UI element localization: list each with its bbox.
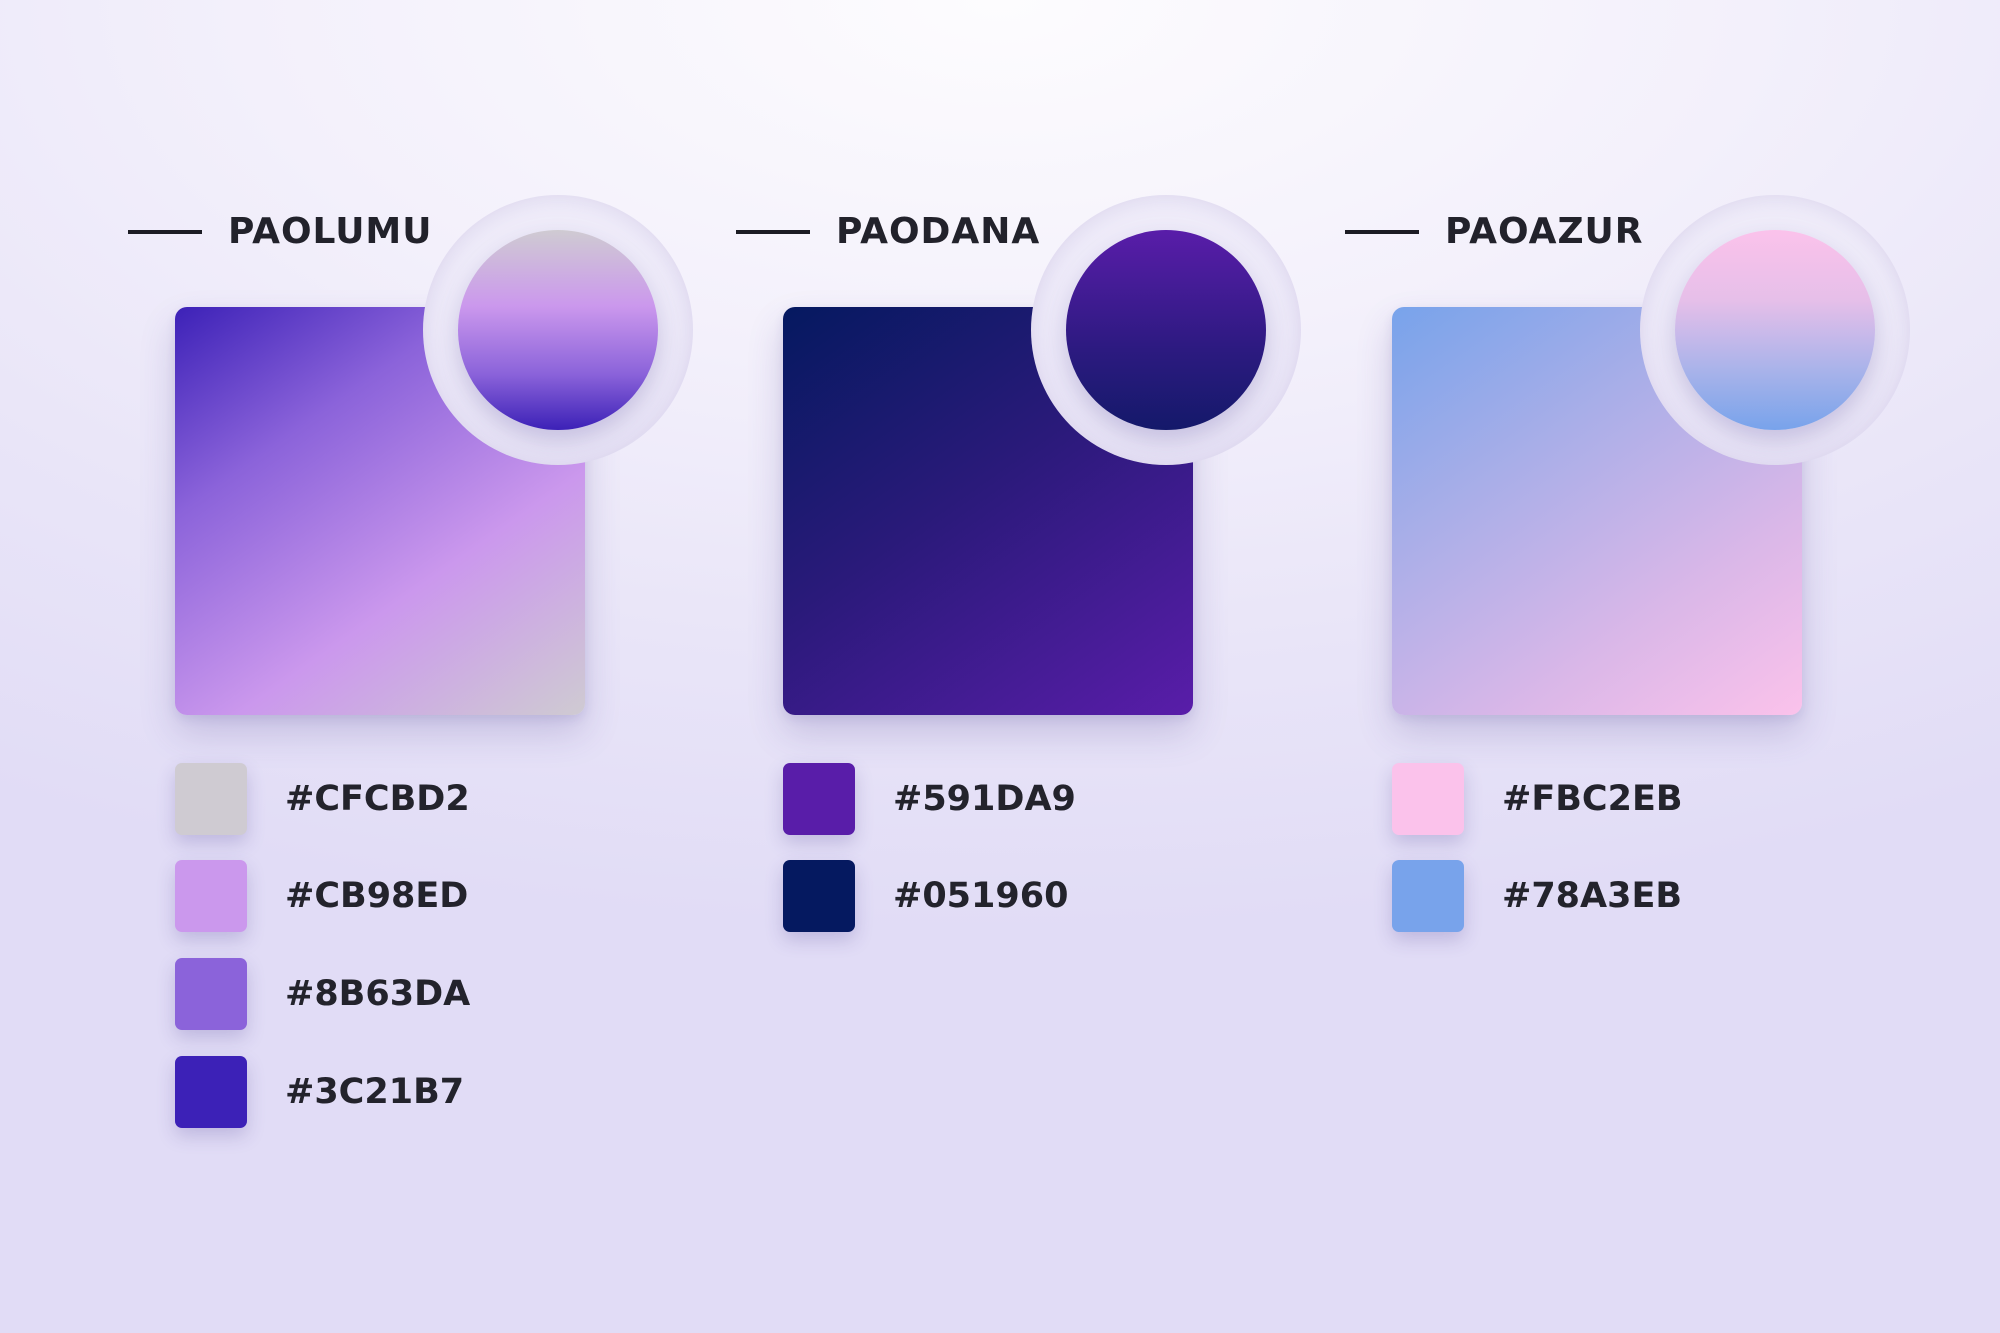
color-hex: #78A3EB <box>1502 876 1683 916</box>
color-hex: #591DA9 <box>893 779 1076 819</box>
color-chip <box>1392 763 1464 835</box>
color-chip <box>175 763 247 835</box>
color-hex: #8B63DA <box>285 974 471 1014</box>
color-chip <box>783 860 855 932</box>
gradient-circle <box>1066 230 1266 430</box>
color-hex: #FBC2EB <box>1502 779 1683 819</box>
color-hex: #CFCBD2 <box>285 779 470 819</box>
gradient-circle <box>458 230 658 430</box>
palette-title: PAOAZUR <box>1445 211 1644 252</box>
color-chip <box>1392 860 1464 932</box>
title-rule <box>128 230 202 234</box>
gradient-circle <box>1675 230 1875 430</box>
title-rule <box>1345 230 1419 234</box>
color-chip <box>175 1056 247 1128</box>
color-chip <box>783 763 855 835</box>
color-chip <box>175 958 247 1030</box>
title-rule <box>736 230 810 234</box>
palette-paolumu: PAOLUMU #CFCBD2 #CB98ED #8B63DA #3C21B7 <box>128 0 728 1333</box>
color-hex: #3C21B7 <box>285 1072 465 1112</box>
palette-title: PAOLUMU <box>228 211 433 252</box>
palette-title: PAODANA <box>836 211 1041 252</box>
palette-paoazur: PAOAZUR #FBC2EB #78A3EB <box>1345 0 1945 1333</box>
palette-paodana: PAODANA #591DA9 #051960 <box>736 0 1336 1333</box>
color-chip <box>175 860 247 932</box>
color-hex: #CB98ED <box>285 876 469 916</box>
color-hex: #051960 <box>893 876 1069 916</box>
